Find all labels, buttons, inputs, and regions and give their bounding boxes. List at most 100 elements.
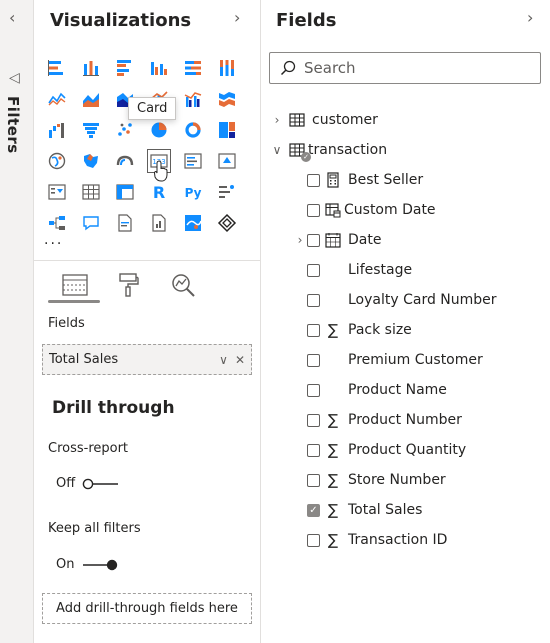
cross-report-state: Off [56, 476, 76, 491]
keep-filters-state: On [56, 557, 75, 572]
field-name: Best Seller [348, 172, 424, 188]
multi-row-card-icon[interactable] [176, 145, 210, 176]
filters-label[interactable]: Filters [4, 96, 22, 154]
get-more-visuals-icon[interactable] [210, 207, 244, 238]
build-visual-tab[interactable] [48, 268, 102, 302]
close-icon[interactable]: ✕ [235, 353, 245, 367]
area-chart-icon[interactable] [74, 83, 108, 114]
donut-chart-icon[interactable] [176, 114, 210, 145]
more-visuals-ellipsis[interactable]: ... [44, 232, 63, 248]
visualizations-title: Visualizations [50, 10, 192, 31]
build-visual-icon [62, 274, 88, 296]
field-checkbox[interactable] [307, 323, 320, 337]
map-icon[interactable] [40, 145, 74, 176]
fields-title: Fields [276, 10, 337, 31]
field-row[interactable]: Lifestage [293, 258, 412, 282]
field-name: Pack size [348, 322, 412, 338]
qa-visual-icon[interactable] [74, 207, 108, 238]
slicer-icon[interactable] [40, 176, 74, 207]
ribbon-chart-icon[interactable] [210, 83, 244, 114]
fields-pane: Fields › Search › customer ∨ ✓ transacti… [261, 0, 550, 643]
treemap-icon[interactable] [210, 114, 244, 145]
add-drill-through-drop-zone[interactable]: Add drill-through fields here [42, 593, 252, 624]
field-row[interactable]: Loyalty Card Number [293, 288, 497, 312]
line-chart-icon[interactable] [40, 83, 74, 114]
field-checkbox[interactable] [307, 293, 320, 307]
field-row[interactable]: ∑ Transaction ID [293, 528, 447, 552]
field-row[interactable]: Best Seller [293, 168, 423, 192]
shape-map-icon[interactable] [108, 145, 142, 176]
chevron-right-icon[interactable]: › [293, 233, 307, 247]
table-transaction[interactable]: ∨ ✓ transaction [270, 138, 387, 162]
table-grid-icon: ✓ [288, 141, 311, 162]
field-row[interactable]: ✓ ∑ Total Sales [293, 498, 422, 522]
cross-report-toggle[interactable]: Off [56, 476, 120, 491]
field-checkbox[interactable] [307, 443, 320, 457]
chevron-down-icon[interactable]: ∨ [270, 143, 284, 157]
format-visual-tab[interactable] [102, 268, 156, 302]
svg-text:Py: Py [185, 186, 202, 200]
field-checkbox[interactable] [307, 173, 320, 187]
chevron-right-icon[interactable]: › [234, 8, 240, 27]
smart-narrative-icon[interactable] [108, 207, 142, 238]
sigma-icon: ∑ [327, 441, 339, 459]
stacked-column-chart-icon[interactable] [74, 52, 108, 83]
waterfall-chart-icon[interactable] [40, 114, 74, 145]
table-icon[interactable] [74, 176, 108, 207]
chevron-left-icon[interactable]: ‹ [9, 8, 15, 27]
keep-filters-toggle[interactable]: On [56, 557, 119, 572]
chevron-right-icon[interactable]: › [527, 8, 533, 27]
field-name: Total Sales [348, 502, 423, 518]
field-checkbox[interactable] [307, 473, 320, 487]
chevron-down-icon[interactable]: ∨ [219, 353, 228, 367]
field-checkbox[interactable] [307, 233, 320, 247]
arcgis-maps-icon[interactable] [176, 207, 210, 238]
key-influencers-icon[interactable] [210, 176, 244, 207]
matrix-icon[interactable] [108, 176, 142, 207]
toggle-on-icon [83, 559, 118, 570]
cross-report-label: Cross-report [48, 441, 129, 456]
field-row[interactable]: Custom Date [293, 198, 436, 222]
field-checkbox[interactable] [307, 263, 320, 277]
filters-pane-collapsed[interactable]: ‹ ◁ Filters [0, 0, 34, 643]
field-checkbox[interactable] [307, 383, 320, 397]
filled-map-icon[interactable] [74, 145, 108, 176]
toggle-off-icon [82, 478, 119, 489]
field-row[interactable]: ∑ Pack size [293, 318, 412, 342]
clustered-bar-chart-icon[interactable] [108, 52, 142, 83]
format-paintbrush-icon [119, 273, 139, 297]
clustered-column-chart-icon[interactable] [142, 52, 176, 83]
line-and-clustered-column-chart-icon[interactable] [176, 83, 210, 114]
visualizations-pane: Visualizations › R Py ... Fields Total S… [34, 0, 261, 643]
chevron-right-icon[interactable]: › [270, 113, 284, 127]
field-row[interactable]: › Date [293, 228, 382, 252]
active-tab-indicator [48, 300, 100, 303]
paginated-report-icon[interactable] [142, 207, 176, 238]
table-customer[interactable]: › customer [270, 108, 378, 132]
field-checkbox[interactable] [307, 413, 320, 427]
kpi-icon[interactable] [210, 145, 244, 176]
field-row[interactable]: ∑ Product Number [293, 408, 462, 432]
field-row[interactable]: ∑ Product Quantity [293, 438, 466, 462]
field-name: Store Number [348, 472, 446, 488]
analytics-tab[interactable] [156, 268, 210, 302]
field-row[interactable]: Premium Customer [293, 348, 483, 372]
100-stacked-column-chart-icon[interactable] [210, 52, 244, 83]
divider [34, 260, 261, 261]
visual-gallery: 123 R Py [40, 52, 250, 238]
sigma-icon: ∑ [327, 501, 339, 519]
field-row[interactable]: Product Name [293, 378, 447, 402]
svg-text:R: R [153, 183, 165, 202]
field-well-value: Total Sales [49, 352, 119, 367]
funnel-chart-icon[interactable] [74, 114, 108, 145]
field-checkbox[interactable] [307, 533, 320, 547]
field-checkbox[interactable] [307, 203, 320, 217]
field-checkbox[interactable] [307, 353, 320, 367]
field-well-total-sales[interactable]: Total Sales ∨ ✕ [42, 344, 252, 375]
stacked-bar-chart-icon[interactable] [40, 52, 74, 83]
field-row[interactable]: ∑ Store Number [293, 468, 446, 492]
python-visual-icon[interactable]: Py [176, 176, 210, 207]
100-stacked-bar-chart-icon[interactable] [176, 52, 210, 83]
field-checkbox-checked[interactable]: ✓ [307, 503, 320, 517]
search-box[interactable]: Search [269, 52, 541, 84]
